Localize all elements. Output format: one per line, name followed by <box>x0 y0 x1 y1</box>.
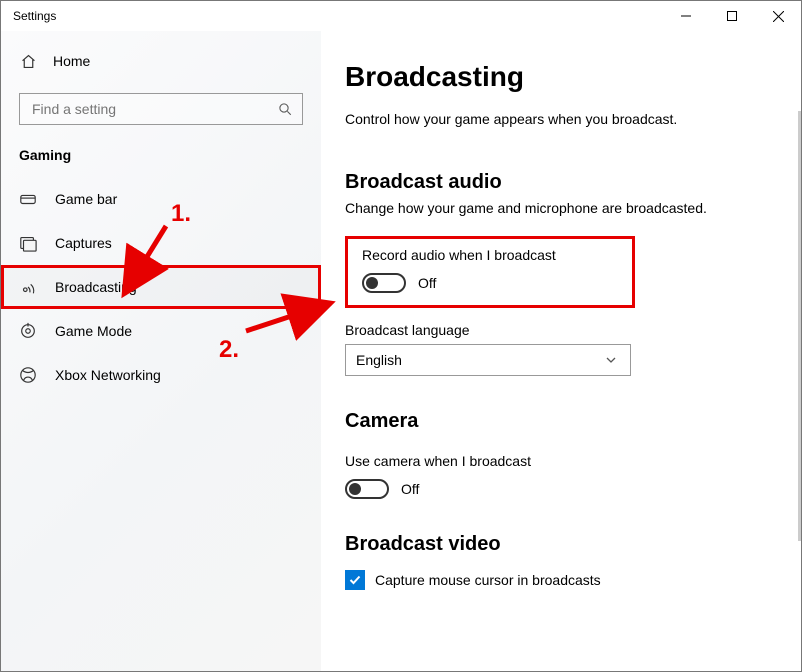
sidebar-item-label: Captures <box>55 235 112 251</box>
broadcasting-icon <box>19 278 37 296</box>
use-camera-state: Off <box>401 481 419 497</box>
captures-icon <box>19 234 37 252</box>
main-panel: Broadcasting Control how your game appea… <box>321 31 801 671</box>
sidebar-item-label: Broadcasting <box>55 279 137 295</box>
search-icon <box>276 100 294 118</box>
game-mode-icon <box>19 322 37 340</box>
titlebar: Settings <box>1 1 801 31</box>
record-audio-toggle[interactable] <box>362 273 406 293</box>
content-area: Home Gaming Game bar <box>1 31 801 671</box>
use-camera-label: Use camera when I broadcast <box>345 453 781 469</box>
broadcast-video-heading: Broadcast video <box>345 533 781 556</box>
sidebar-item-game-mode[interactable]: Game Mode <box>1 309 321 353</box>
page-description: Control how your game appears when you b… <box>345 111 781 127</box>
sidebar-section-label: Gaming <box>1 143 321 177</box>
search-input[interactable] <box>30 100 276 118</box>
home-link[interactable]: Home <box>1 43 321 79</box>
record-audio-group: Record audio when I broadcast Off <box>345 236 635 308</box>
broadcast-audio-heading: Broadcast audio <box>345 171 781 194</box>
sidebar-item-captures[interactable]: Captures <box>1 221 321 265</box>
camera-heading: Camera <box>345 410 781 433</box>
capture-cursor-checkbox[interactable] <box>345 570 365 590</box>
home-icon <box>19 52 37 70</box>
sidebar-item-label: Game bar <box>55 191 117 207</box>
home-label: Home <box>53 53 90 69</box>
record-audio-label: Record audio when I broadcast <box>362 247 618 263</box>
settings-window: Settings Home <box>0 0 802 672</box>
broadcast-language-value: English <box>356 352 402 368</box>
sidebar-item-label: Game Mode <box>55 323 132 339</box>
sidebar-item-label: Xbox Networking <box>55 367 161 383</box>
minimize-button[interactable] <box>663 1 709 31</box>
sidebar-item-xbox-networking[interactable]: Xbox Networking <box>1 353 321 397</box>
search-box[interactable] <box>19 93 303 125</box>
broadcast-language-label: Broadcast language <box>345 322 781 338</box>
page-title: Broadcasting <box>345 61 781 93</box>
sidebar: Home Gaming Game bar <box>1 31 321 671</box>
broadcast-audio-description: Change how your game and microphone are … <box>345 200 781 216</box>
maximize-button[interactable] <box>709 1 755 31</box>
sidebar-item-game-bar[interactable]: Game bar <box>1 177 321 221</box>
use-camera-toggle[interactable] <box>345 479 389 499</box>
broadcast-language-select[interactable]: English <box>345 344 631 376</box>
sidebar-item-broadcasting[interactable]: Broadcasting <box>1 265 321 309</box>
record-audio-state: Off <box>418 275 436 291</box>
close-button[interactable] <box>755 1 801 31</box>
window-title: Settings <box>13 9 56 23</box>
capture-cursor-label: Capture mouse cursor in broadcasts <box>375 572 601 588</box>
chevron-down-icon <box>602 351 620 369</box>
game-bar-icon <box>19 190 37 208</box>
xbox-icon <box>19 366 37 384</box>
